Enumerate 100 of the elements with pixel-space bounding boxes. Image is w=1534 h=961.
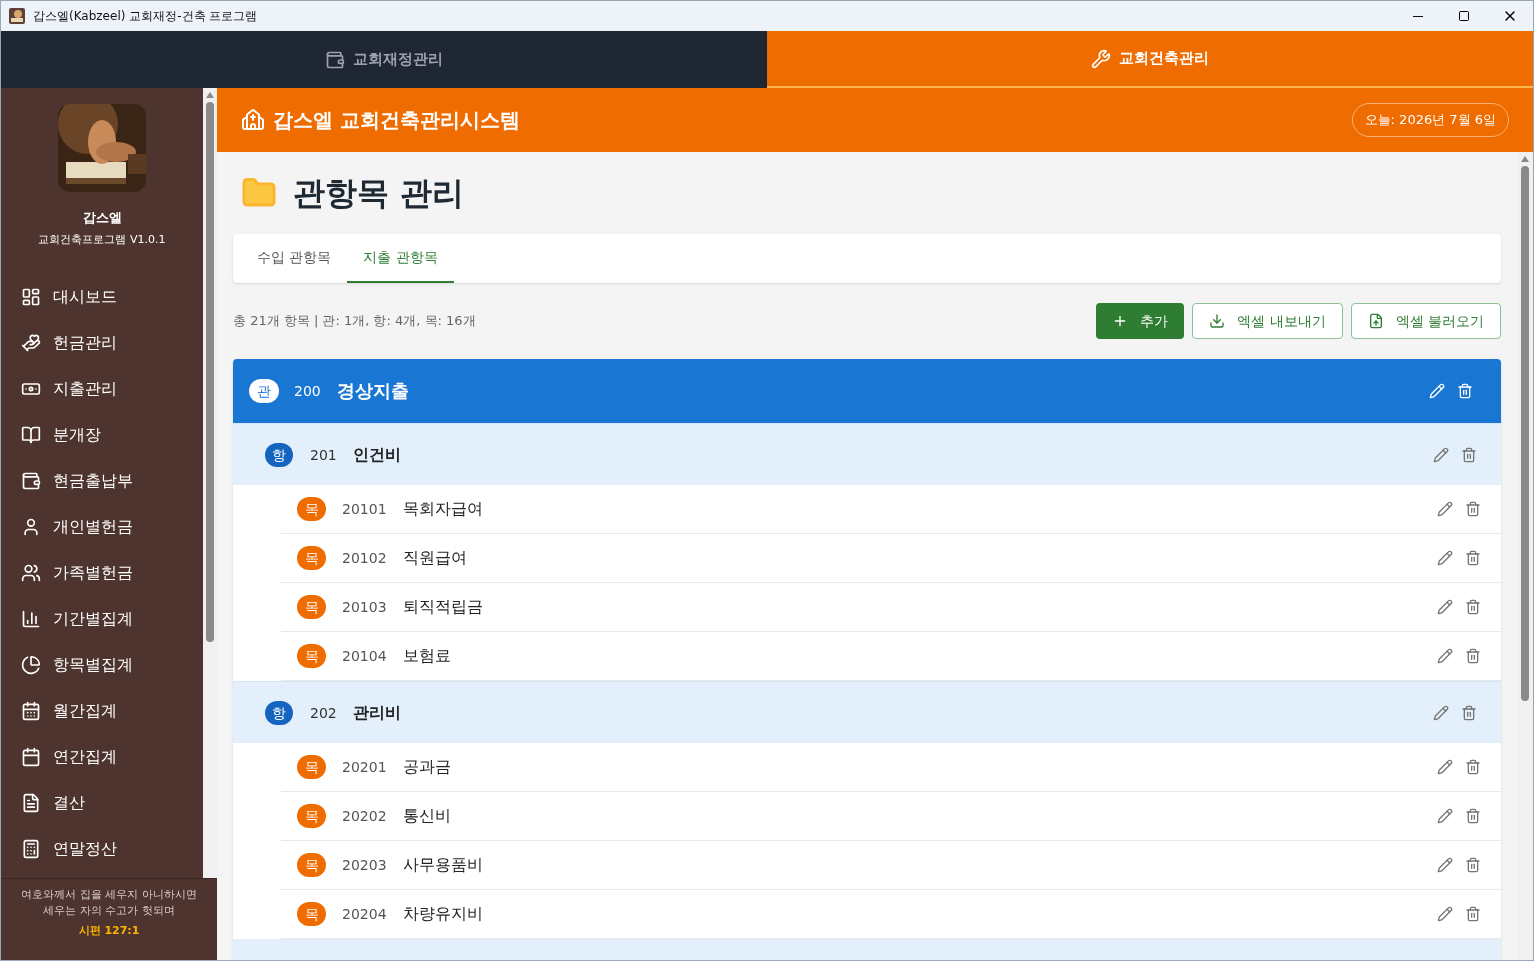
item-badge: 목 — [297, 755, 326, 779]
nav-item[interactable]: 월간집계 — [1, 688, 203, 734]
delete-icon[interactable] — [1465, 501, 1481, 517]
nav-label: 대시보드 — [53, 286, 117, 308]
item-row[interactable]: 목 20101 목회자급여 — [281, 485, 1501, 534]
header-title: 갑스엘 교회건축관리시스템 — [273, 107, 520, 134]
excel-button[interactable]: 엑셀 내보내기 — [1192, 303, 1343, 339]
nav-label: 현금출납부 — [53, 470, 133, 492]
app-name: 갑스엘 — [81, 209, 123, 227]
tab[interactable]: 지출 관항목 — [347, 234, 454, 283]
summary-text: 총 21개 항목 | 관: 1개, 항: 4개, 목: 16개 — [233, 312, 476, 331]
edit-icon[interactable] — [1437, 906, 1453, 922]
section-name: 인건비 — [352, 443, 401, 466]
delete-icon[interactable] — [1465, 759, 1481, 775]
item-code: 20104 — [342, 647, 387, 666]
dashboard-icon — [21, 287, 41, 307]
delete-icon[interactable] — [1465, 906, 1481, 922]
item-row[interactable]: 목 20102 직원급여 — [281, 534, 1501, 583]
nav-label: 분개장 — [53, 424, 101, 446]
section-code: 201 — [310, 445, 337, 465]
verse-line: 여호와께서 집을 세우지 아니하시면 — [21, 887, 197, 903]
hand-heart-icon — [21, 333, 41, 353]
item-name: 직원급여 — [402, 547, 467, 569]
section-code: 202 — [310, 703, 337, 723]
item-code: 20203 — [342, 856, 387, 875]
delete-icon[interactable] — [1461, 446, 1477, 463]
edit-icon[interactable] — [1433, 704, 1449, 721]
delete-icon[interactable] — [1457, 383, 1473, 399]
tab[interactable]: 수입 관항목 — [241, 234, 348, 283]
section-row[interactable]: 항 201 인건비 — [233, 423, 1501, 485]
delete-icon[interactable] — [1461, 704, 1477, 721]
nav-label: 결산 — [53, 792, 85, 814]
category-row[interactable]: 관 200 경상지출 — [233, 359, 1501, 423]
item-badge: 목 — [297, 804, 326, 828]
nav-item[interactable]: 현금출납부 — [1, 458, 203, 504]
wallet-icon — [21, 471, 41, 491]
edit-icon[interactable] — [1437, 857, 1453, 873]
item-badge: 목 — [297, 497, 326, 521]
nav-label: 헌금관리 — [53, 332, 117, 354]
delete-icon[interactable] — [1465, 808, 1481, 824]
item-row[interactable]: 목 20202 통신비 — [281, 792, 1501, 841]
excel-button[interactable]: 엑셀 불러오기 — [1350, 303, 1501, 339]
edit-icon[interactable] — [1437, 550, 1453, 566]
edit-icon[interactable] — [1433, 446, 1449, 463]
nav-label: 월간집계 — [53, 700, 117, 722]
item-badge: 목 — [297, 853, 326, 877]
edit-icon[interactable] — [1437, 648, 1453, 664]
nav-item[interactable]: 대시보드 — [1, 274, 203, 320]
item-name: 퇴직적립금 — [402, 596, 483, 618]
nav-label: 연말정산 — [53, 838, 117, 860]
nav-item[interactable]: 가족별헌금 — [1, 550, 203, 596]
item-code: 20101 — [342, 500, 387, 519]
nav-item[interactable]: 항목별집계 — [1, 642, 203, 688]
section-badge: 항 — [265, 442, 293, 467]
book-icon — [21, 425, 41, 445]
item-row[interactable]: 목 20204 차량유지비 — [281, 890, 1501, 939]
add-button[interactable]: 추가 — [1096, 303, 1185, 339]
nav-label: 가족별헌금 — [53, 562, 133, 584]
person-icon — [21, 517, 41, 537]
delete-icon[interactable] — [1465, 550, 1481, 566]
nav-item[interactable]: 연말정산 — [1, 826, 203, 872]
item-name: 공과금 — [402, 756, 451, 778]
delete-icon[interactable] — [1465, 648, 1481, 664]
verse-line: 세우는 자의 수고가 헛되며 — [43, 903, 175, 919]
delete-icon[interactable] — [1465, 599, 1481, 615]
item-code: 20201 — [342, 758, 387, 777]
section-row[interactable]: 항 202 관리비 — [233, 681, 1501, 743]
nav-item[interactable]: 기간별집계 — [1, 596, 203, 642]
edit-icon[interactable] — [1437, 599, 1453, 615]
section-badge: 항 — [265, 700, 293, 725]
nav-item[interactable]: 분개장 — [1, 412, 203, 458]
edit-icon[interactable] — [1437, 808, 1453, 824]
scroll-up-icon[interactable] — [1521, 156, 1529, 162]
item-row[interactable]: 목 20103 퇴직적립금 — [281, 583, 1501, 632]
edit-icon[interactable] — [1437, 501, 1453, 517]
item-code: 20103 — [342, 598, 387, 617]
item-row[interactable]: 목 20203 사무용품비 — [281, 841, 1501, 890]
app-version: 교회건축프로그램 V1.0.1 — [37, 231, 167, 248]
nav-label: 항목별집계 — [53, 654, 133, 676]
item-code: 20202 — [342, 807, 387, 826]
tools-icon — [1091, 48, 1111, 69]
delete-icon[interactable] — [1465, 857, 1481, 873]
scroll-up-icon[interactable] — [206, 92, 214, 98]
item-code: 20102 — [342, 549, 387, 568]
nav-label: 기간별집계 — [53, 608, 133, 630]
scrollbar[interactable] — [203, 88, 217, 878]
nav-item[interactable]: 연간집계 — [1, 734, 203, 780]
scrollbar[interactable] — [1517, 152, 1533, 960]
nav-item[interactable]: 개인별헌금 — [1, 504, 203, 550]
item-row[interactable]: 목 20104 보험료 — [281, 632, 1501, 681]
nav-item[interactable]: 헌금관리 — [1, 320, 203, 366]
nav-item[interactable]: 결산 — [1, 780, 203, 826]
people-icon — [21, 563, 41, 583]
edit-icon[interactable] — [1437, 759, 1453, 775]
item-row[interactable]: 목 20201 공과금 — [281, 743, 1501, 792]
nav-item[interactable]: 지출관리 — [1, 366, 203, 412]
minimize-icon — [1413, 15, 1423, 17]
verse-reference: 시편 127:1 — [78, 923, 140, 939]
wallet-icon — [325, 49, 345, 70]
module-tab[interactable]: 교회재정관리 — [1, 31, 767, 88]
